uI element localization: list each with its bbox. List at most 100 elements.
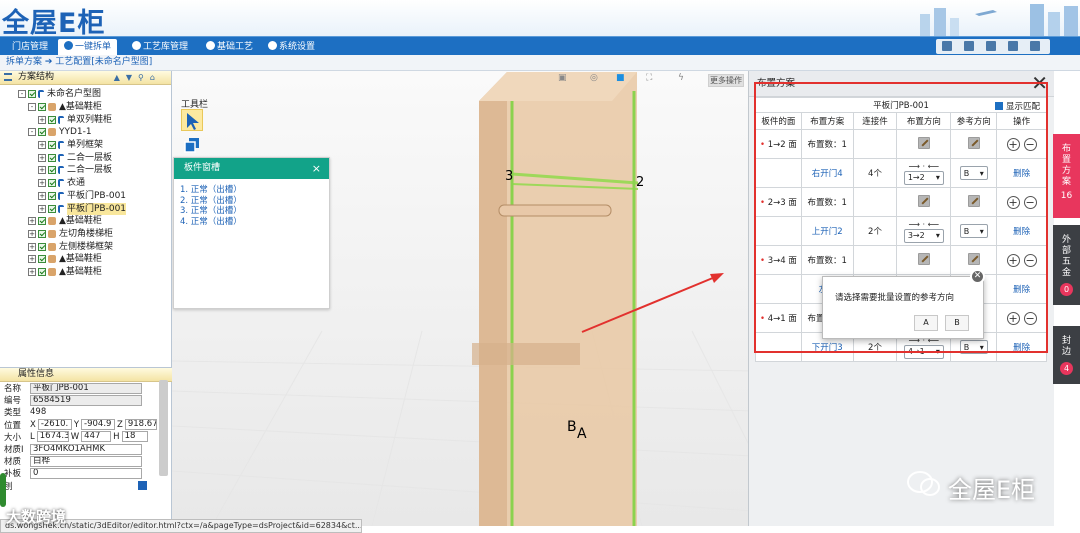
backboard-field[interactable]: 0 [30, 467, 142, 479]
board-groove-item[interactable]: 1. 正常（出槽） [174, 185, 329, 196]
edit-icon[interactable] [917, 252, 930, 265]
reference-select[interactable]: B ▾ [959, 340, 988, 354]
expander-icon[interactable]: + [28, 242, 36, 251]
side-tab-edge-banding[interactable]: 封边 4 [1053, 326, 1080, 384]
delete-link[interactable]: 删除 [1013, 227, 1030, 237]
tree-node[interactable]: + 平板门PB-001 [18, 202, 171, 215]
breadcrumb-text[interactable]: 拆单方案 ➔ 工艺配置[未命名户型图] [6, 57, 152, 67]
monitor-icon[interactable] [942, 41, 952, 51]
edit-icon[interactable] [967, 136, 980, 149]
delete-link[interactable]: 删除 [1013, 169, 1030, 179]
tree-node[interactable]: + 平板门PB-001 [18, 190, 171, 203]
reference-select[interactable]: B ▾ [959, 166, 988, 180]
show-match-toggle[interactable]: 显示匹配 [994, 100, 1040, 112]
checkbox-icon[interactable] [48, 166, 56, 175]
expander-icon[interactable]: + [38, 204, 46, 213]
dialog-close-icon[interactable]: ✕ [970, 269, 985, 284]
plan-link[interactable]: 右开门4 [812, 169, 843, 179]
code-field[interactable]: 6584519 [30, 394, 142, 406]
tab-store-management[interactable]: 门店管理 [6, 39, 54, 55]
delete-link[interactable]: 删除 [1013, 285, 1030, 295]
expander-icon[interactable]: + [38, 179, 46, 188]
copy-tool-button[interactable] [183, 136, 201, 154]
tree-node[interactable]: + 二合一层板 [18, 164, 171, 177]
edit-icon[interactable] [917, 194, 930, 207]
expander-icon[interactable]: + [28, 217, 36, 226]
expander-icon[interactable]: - [18, 90, 26, 99]
tab-system-settings[interactable]: 系统设置 [262, 39, 321, 55]
expander-icon[interactable]: + [38, 166, 46, 175]
expander-icon[interactable]: + [28, 229, 36, 238]
expander-icon[interactable]: + [38, 153, 46, 162]
layers-icon[interactable]: ■ [616, 73, 634, 91]
tree-node[interactable]: + 衣通 [18, 177, 171, 190]
save-icon[interactable] [138, 481, 147, 491]
remove-icon[interactable]: − [1023, 137, 1037, 151]
edit-icon[interactable] [967, 252, 980, 265]
expander-icon[interactable]: + [38, 141, 46, 150]
tree-node[interactable]: + ▲基础鞋柜 [18, 253, 171, 266]
checkbox-icon[interactable] [48, 153, 56, 162]
add-icon[interactable]: + [1006, 253, 1020, 267]
add-icon[interactable]: + [1006, 137, 1020, 151]
expander-icon[interactable]: - [28, 103, 36, 112]
side-handle[interactable] [0, 473, 6, 507]
close-icon[interactable]: × [312, 158, 321, 179]
edit-icon[interactable] [917, 136, 930, 149]
side-tab-external-hardware[interactable]: 外部五金 0 [1053, 225, 1080, 305]
remove-icon[interactable]: − [1023, 311, 1037, 325]
checkbox-icon[interactable] [48, 179, 56, 188]
material-id-field[interactable]: 3FO4MKO1AHMK [30, 443, 142, 455]
remove-icon[interactable]: − [1023, 195, 1037, 209]
checkbox-icon[interactable] [48, 141, 56, 150]
checkbox-icon[interactable] [38, 103, 46, 112]
checkbox-icon[interactable] [38, 267, 46, 276]
plan-link[interactable]: 下开门3 [812, 343, 843, 353]
cabinet-front-edge[interactable] [479, 72, 507, 526]
gear-icon[interactable] [1008, 41, 1018, 51]
y-field[interactable]: -904.9 [81, 419, 116, 431]
expander-icon[interactable]: + [28, 255, 36, 264]
tree-node[interactable]: + 单列框架 [18, 139, 171, 152]
fullscreen-icon[interactable]: ⛶ [646, 73, 664, 91]
tree-node[interactable]: - YYD1-1 [18, 126, 171, 139]
h-field[interactable]: 18 [121, 431, 148, 443]
delete-link[interactable]: 删除 [1013, 343, 1030, 353]
w-field[interactable]: 447 [81, 431, 112, 443]
close-icon[interactable]: ✕ [1031, 73, 1048, 93]
add-icon[interactable]: + [1006, 195, 1020, 209]
checkbox-icon[interactable] [994, 102, 1003, 110]
tree-node[interactable]: + 左侧楼梯框架 [18, 240, 171, 253]
z-field[interactable]: 918.67 [124, 419, 157, 431]
name-field[interactable]: 平板门PB-001 [30, 382, 142, 394]
tree-node[interactable]: - ▲基础鞋柜 [18, 101, 171, 114]
edit-icon[interactable] [967, 194, 980, 207]
reference-select[interactable]: B ▾ [959, 224, 988, 238]
dialog-button-b[interactable]: B [945, 315, 969, 331]
x-field[interactable]: -2610. [37, 419, 72, 431]
direction-select[interactable]: 3→2 ▾ [903, 228, 944, 243]
board-groove-item[interactable]: 2. 正常（出槽） [174, 196, 329, 207]
tree-node[interactable]: + ▲基础鞋柜 [18, 215, 171, 228]
tab-basic-process[interactable]: 基础工艺 [200, 39, 259, 55]
remove-icon[interactable]: − [1023, 253, 1037, 267]
tab-process-library[interactable]: 工艺库管理 [126, 39, 194, 55]
expander-icon[interactable]: + [38, 191, 46, 200]
expander-icon[interactable]: + [28, 267, 36, 276]
checkbox-icon[interactable] [38, 255, 46, 264]
tab-one-click-split[interactable]: 一键拆单 [58, 39, 118, 55]
lightning-icon[interactable]: ϟ [678, 73, 696, 91]
checkbox-icon[interactable] [48, 204, 56, 213]
side-tab-layout-plan[interactable]: 布置方案 16 [1053, 134, 1080, 218]
checkbox-icon[interactable] [48, 191, 56, 200]
add-icon[interactable]: + [1006, 311, 1020, 325]
more-operations-button[interactable]: 更多操作 [708, 74, 744, 87]
document-icon[interactable] [964, 41, 974, 51]
checkbox-icon[interactable] [38, 242, 46, 251]
tree-node[interactable]: + 二合一层板 [18, 151, 171, 164]
board-groove-item[interactable]: 4. 正常（出槽） [174, 217, 329, 228]
property-scrollbar[interactable] [159, 380, 168, 476]
tree-node[interactable]: + 左切角楼梯柜 [18, 228, 171, 241]
camera-icon[interactable]: ◎ [590, 73, 608, 91]
select-tool-button[interactable] [181, 109, 203, 131]
